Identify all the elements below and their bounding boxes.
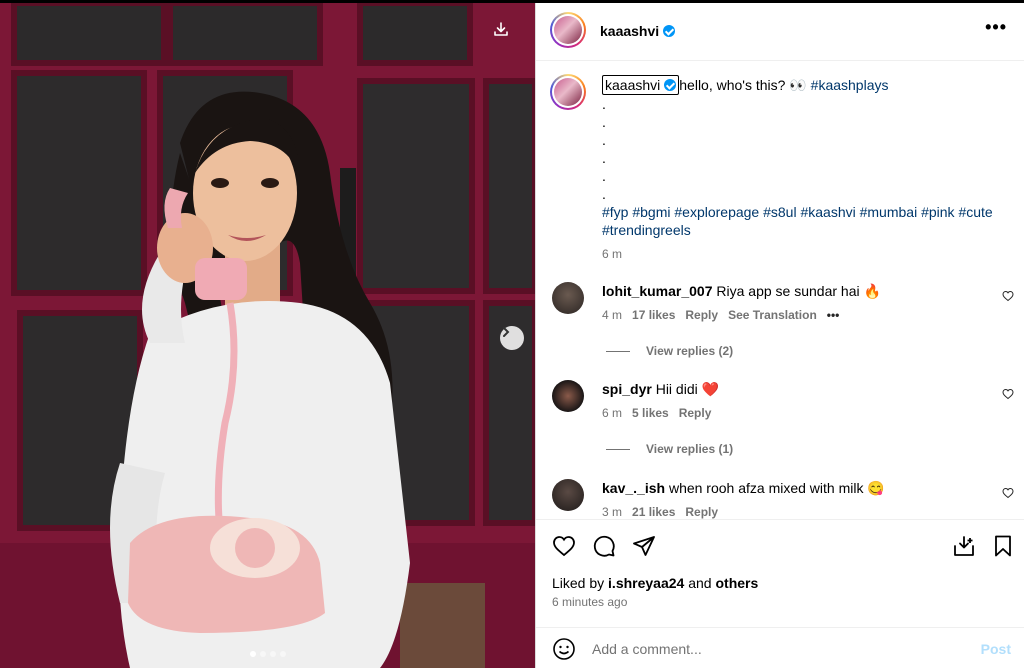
comment-body: kav_._ish when rooh afza mixed with milk… [602,479,885,497]
carousel-indicator [250,651,286,657]
comment-text: Hii didi ❤️ [655,381,720,397]
caption-dot-line: . [602,96,606,112]
carousel-dot [270,651,276,657]
bookmark-icon[interactable] [991,534,1015,558]
comments-scroll-area[interactable]: kaaashvi hello, who's this? 👀 #kaashplays… [536,62,1024,519]
comment-text: when rooh afza mixed with milk 😋 [668,480,885,496]
caption-text: hello, who's this? 👀 [679,77,807,93]
liked-by-and: and [688,575,712,591]
comment-body: spi_dyr Hii didi ❤️ [602,380,719,398]
caption-avatar[interactable] [550,74,586,110]
view-replies-label[interactable]: View replies (2) [646,344,733,358]
carousel-dot [260,651,266,657]
save-to-collection-icon[interactable] [952,534,976,558]
carousel-next-button[interactable] [500,326,524,350]
author-avatar[interactable] [550,12,586,48]
reply-button[interactable]: Reply [679,406,712,420]
comment-more-button[interactable]: ••• [827,308,840,322]
comment-time[interactable]: 6 m [602,406,622,420]
like-comment-heart-icon[interactable] [1002,290,1014,302]
view-replies-button[interactable]: View replies (1) [606,442,733,456]
commenter-username[interactable]: lohit_kumar_007 [602,283,713,299]
like-comment-heart-icon[interactable] [1002,388,1014,400]
commenter-username[interactable]: kav_._ish [602,480,665,496]
comment-likes[interactable]: 5 likes [632,406,669,420]
comment-body: lohit_kumar_007 Riya app se sundar hai 🔥 [602,282,881,300]
reply-button[interactable]: Reply [685,308,718,322]
caption-dot-line: . [602,114,606,130]
caption-dot-line: . [602,168,606,184]
view-replies-button[interactable]: View replies (2) [606,344,733,358]
comment-time[interactable]: 3 m [602,505,622,519]
comment-meta: 6 m 5 likes Reply [602,406,721,420]
view-replies-line [606,448,630,450]
caption-username[interactable]: kaaashvi [605,77,660,93]
instagram-post-viewer: kaaashvi ••• kaaashvi hello, who's this? … [0,0,1024,668]
chevron-right-icon [503,327,510,337]
liked-by-prefix: Liked by [552,575,605,591]
caption-dot-line: . [602,150,606,166]
caption: kaaashvi hello, who's this? 👀 #kaashplays… [602,75,1002,263]
commenter-avatar[interactable] [552,282,584,314]
author-username[interactable]: kaaashvi [600,23,659,39]
view-replies-label[interactable]: View replies (1) [646,442,733,456]
caption-username-box[interactable]: kaaashvi [602,75,680,95]
comment-text: Riya app se sundar hai 🔥 [716,283,881,299]
post-actions: Liked by i.shreyaa24 and others 6 minute… [536,519,1024,629]
comment-meta: 4 m 17 likes Reply See Translation ••• [602,308,849,322]
liked-by-text: Liked by i.shreyaa24 and others [552,575,758,591]
comment-input[interactable]: Add a comment... [592,641,702,657]
add-comment-bar: Add a comment... Post [536,627,1024,668]
post-photo[interactable] [0,3,535,668]
commenter-avatar[interactable] [552,380,584,412]
download-button[interactable] [493,21,519,47]
post-timestamp[interactable]: 6 minutes ago [552,595,627,609]
carousel-dot-active [250,651,256,657]
caption-hashtag[interactable]: #kaashplays [811,77,889,93]
verified-badge-icon [663,25,676,37]
liked-by-user[interactable]: i.shreyaa24 [608,575,684,591]
download-icon [494,22,508,36]
carousel-dot [280,651,286,657]
author-name-wrap: kaaashvi [600,23,676,41]
share-send-icon[interactable] [632,534,656,558]
verified-badge-icon [664,79,677,91]
caption-hashtags[interactable]: #fyp #bgmi #explorepage #s8ul #kaashvi #… [602,203,1002,239]
post-header: kaaashvi ••• [536,3,1024,61]
comment-likes[interactable]: 17 likes [632,308,675,322]
photo-illustration [0,3,535,668]
more-options-button[interactable]: ••• [985,17,1007,38]
comment-likes[interactable]: 21 likes [632,505,675,519]
like-comment-heart-icon[interactable] [1002,487,1014,499]
post-details-panel: kaaashvi ••• kaaashvi hello, who's this? … [535,3,1024,668]
comment-meta: 3 m 21 likes Reply [602,505,728,519]
caption-dot-line: . [602,186,606,202]
reply-button[interactable]: Reply [685,505,718,519]
emoji-smiley-icon[interactable] [552,637,576,661]
comment-time[interactable]: 4 m [602,308,622,322]
see-translation-button[interactable]: See Translation [728,308,817,322]
caption-time[interactable]: 6 m [602,245,1002,263]
commenter-avatar[interactable] [552,479,584,511]
commenter-username[interactable]: spi_dyr [602,381,652,397]
like-heart-icon[interactable] [552,534,576,558]
comment-bubble-icon[interactable] [592,534,616,558]
caption-dot-line: . [602,132,606,148]
view-replies-line [606,350,630,352]
post-comment-button[interactable]: Post [981,641,1011,657]
liked-by-others[interactable]: others [715,575,758,591]
